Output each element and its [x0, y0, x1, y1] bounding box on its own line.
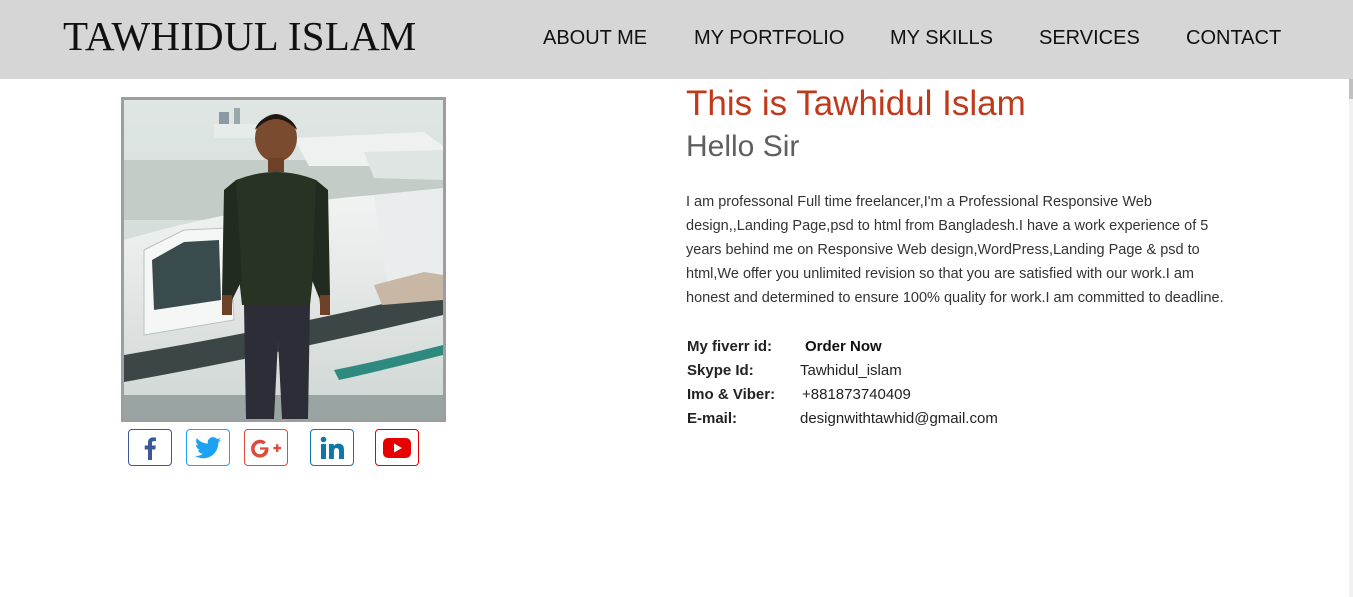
profile-photo-frame [121, 97, 446, 422]
imo-viber-label: Imo & Viber: [687, 386, 776, 403]
imo-viber-value: +881873740409 [802, 386, 911, 403]
twitter-button[interactable] [186, 429, 230, 466]
youtube-icon [383, 437, 411, 458]
main-nav: ABOUT ME MY PORTFOLIO MY SKILLS SERVICES… [0, 26, 1353, 52]
nav-contact[interactable]: CONTACT [1186, 26, 1281, 50]
linkedin-icon [320, 436, 344, 459]
nav-about-me[interactable]: ABOUT ME [543, 26, 647, 50]
linkedin-button[interactable] [310, 429, 354, 466]
scrollbar-thumb[interactable] [1349, 79, 1353, 99]
youtube-button[interactable] [375, 429, 419, 466]
intro-subtitle: Hello Sir [686, 130, 800, 163]
order-now-link[interactable]: Order Now [805, 338, 882, 355]
nav-my-skills[interactable]: MY SKILLS [890, 26, 993, 50]
google-plus-icon [251, 439, 281, 458]
intro-title: This is Tawhidul Islam [686, 84, 1026, 123]
facebook-icon [144, 436, 156, 460]
scrollbar-track[interactable] [1349, 79, 1353, 597]
skype-value: Tawhidul_islam [800, 362, 902, 379]
nav-my-portfolio[interactable]: MY PORTFOLIO [694, 26, 844, 50]
fiverr-label: My fiverr id: [687, 338, 773, 355]
site-header: TAWHIDUL ISLAM ABOUT ME MY PORTFOLIO MY … [0, 0, 1353, 79]
profile-photo [124, 100, 443, 419]
fiverr-value: Order Now [805, 337, 882, 357]
facebook-button[interactable] [128, 429, 172, 466]
twitter-icon [195, 436, 221, 458]
skype-label: Skype Id: [687, 362, 754, 379]
bio-paragraph: I am professonal Full time freelancer,I'… [686, 194, 1224, 306]
google-plus-button[interactable] [244, 429, 288, 466]
nav-services[interactable]: SERVICES [1039, 26, 1140, 50]
email-label: E-mail: [687, 410, 738, 427]
email-value: designwithtawhid@gmail.com [800, 410, 998, 427]
